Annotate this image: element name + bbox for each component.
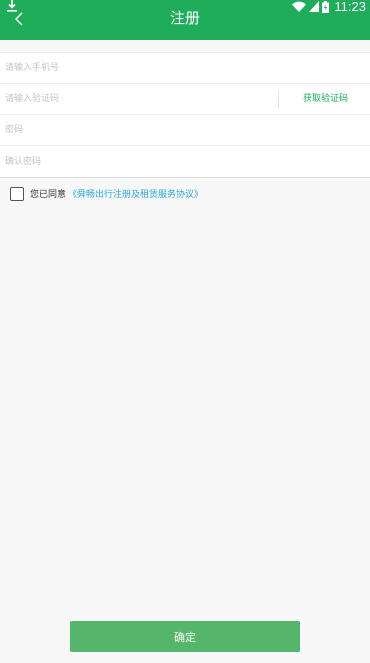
confirm-password-row: [0, 146, 370, 177]
agreement-link[interactable]: 《舜畅出行注册及租赁服务协议》: [68, 187, 203, 200]
agreement-prefix: 您已同意: [30, 190, 67, 200]
agreement-row: 您已同意 《舜畅出行注册及租赁服务协议》: [10, 186, 203, 201]
confirm-button[interactable]: 确定: [70, 621, 300, 652]
phone-input[interactable]: [0, 53, 370, 83]
password-row: [0, 115, 370, 146]
divider: [278, 91, 279, 108]
phone-row: [0, 53, 370, 84]
page-title: 注册: [169, 9, 200, 27]
register-form: 获取验证码: [0, 52, 370, 178]
code-row: 获取验证码: [0, 84, 370, 115]
get-code-button[interactable]: 获取验证码: [303, 84, 348, 115]
verification-code-input[interactable]: [0, 84, 270, 114]
agreement-checkbox[interactable]: [10, 186, 24, 201]
password-input[interactable]: [0, 115, 370, 145]
top-bar: 11:23 注册: [0, 0, 370, 40]
confirm-password-input[interactable]: [0, 146, 370, 177]
